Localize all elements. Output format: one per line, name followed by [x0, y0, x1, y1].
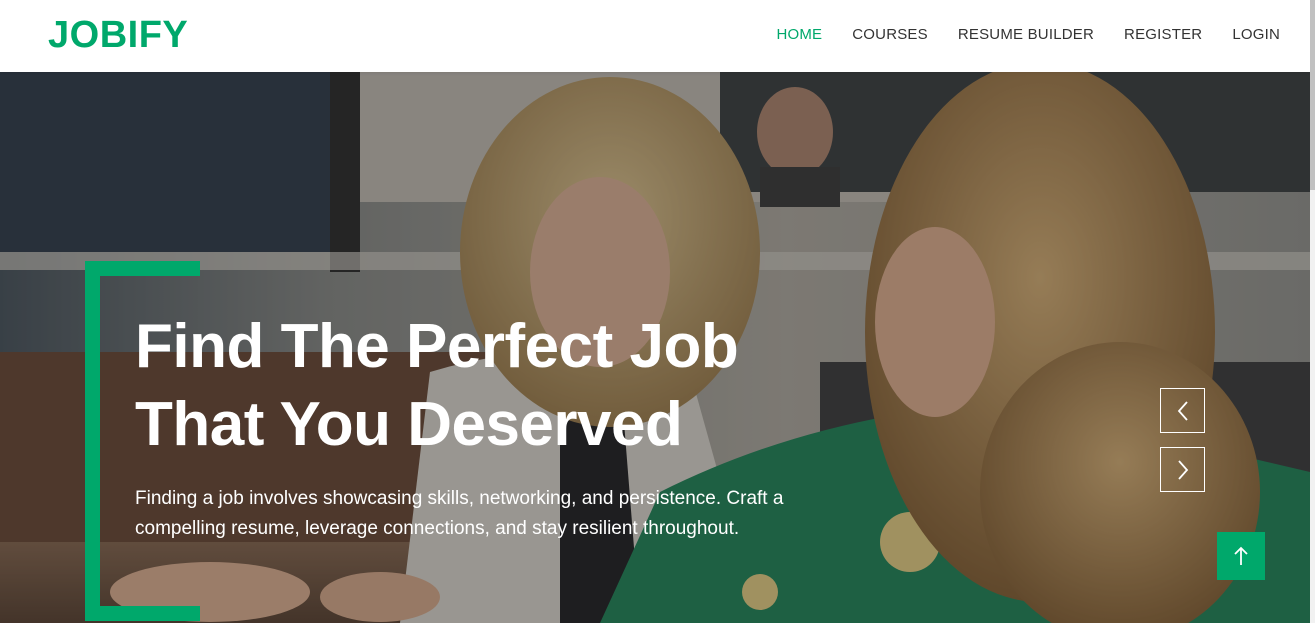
- brand-logo[interactable]: JOBIFY: [48, 14, 188, 57]
- slider-next-button[interactable]: [1160, 447, 1205, 492]
- scrollbar-thumb[interactable]: [1310, 0, 1315, 190]
- back-to-top-button[interactable]: [1217, 532, 1265, 580]
- chevron-right-icon: [1177, 459, 1188, 480]
- hero-title-line-1: Find The Perfect Job: [135, 312, 739, 381]
- hero-description: Finding a job involves showcasing skills…: [135, 488, 784, 539]
- slider-prev-button[interactable]: [1160, 388, 1205, 433]
- chevron-left-icon: [1177, 400, 1188, 421]
- arrow-up-icon: [1234, 546, 1248, 565]
- nav-item-resume-builder[interactable]: RESUME BUILDER: [958, 26, 1094, 43]
- nav-menu: HOME COURSES RESUME BUILDER REGISTER LOG…: [776, 26, 1280, 43]
- hero-slider: Find The Perfect Job That You Deserved F…: [0, 72, 1310, 623]
- hero-title-line-2: That You Deserved: [135, 390, 683, 459]
- nav-item-courses[interactable]: COURSES: [852, 26, 928, 43]
- navbar: JOBIFY HOME COURSES RESUME BUILDER REGIS…: [0, 0, 1310, 72]
- nav-item-register[interactable]: REGISTER: [1124, 26, 1202, 43]
- hero-title: Find The Perfect Job That You Deserved: [135, 308, 739, 464]
- nav-item-home[interactable]: HOME: [776, 26, 822, 43]
- nav-item-login[interactable]: LOGIN: [1232, 26, 1280, 43]
- page-scrollbar[interactable]: [1310, 0, 1315, 623]
